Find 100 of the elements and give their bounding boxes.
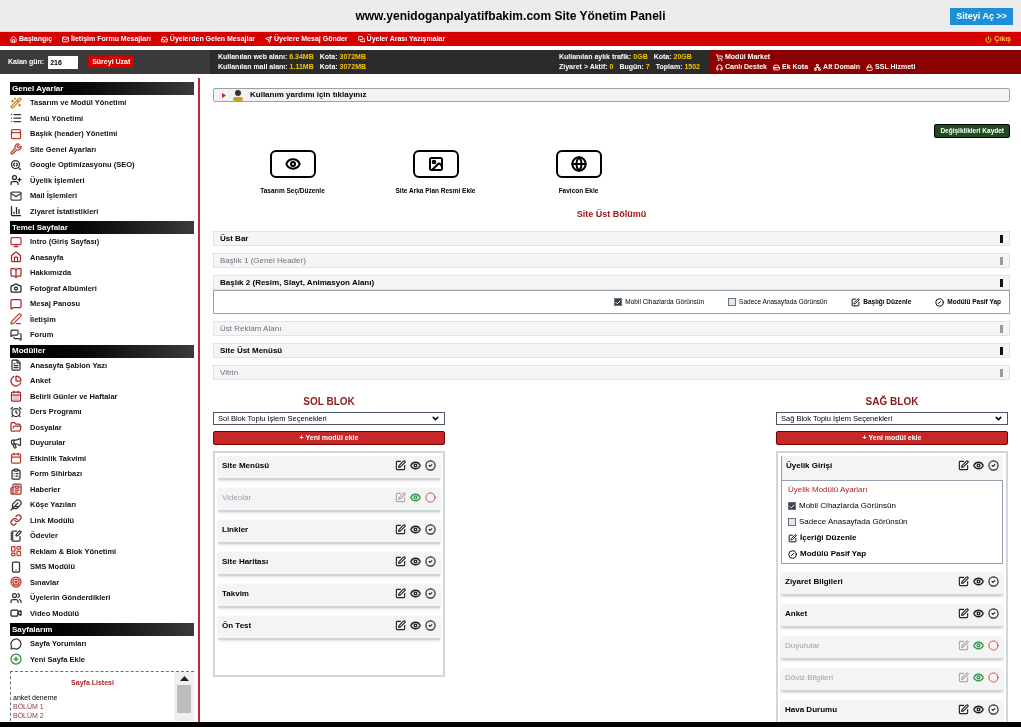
module-name: Ziyaret Bilgileri — [785, 576, 843, 589]
option-label[interactable]: İçeriği Düzenle — [800, 532, 857, 545]
newspaper-icon — [10, 483, 22, 496]
module-card[interactable]: Anket — [781, 604, 1003, 629]
pen-icon — [10, 313, 22, 326]
module-card[interactable]: Site Menüsü — [218, 456, 440, 481]
circle-slash-icon — [788, 549, 797, 559]
settings-title: Üyelik Modülü Ayarları — [788, 484, 869, 497]
edit-icon[interactable] — [395, 588, 406, 600]
help-bar[interactable]: Kullanım yardımı için tıklayınız — [213, 88, 1010, 102]
open-site-button[interactable]: Siteyi Aç >> — [950, 8, 1013, 25]
check-circle-icon[interactable] — [988, 608, 999, 620]
window-icon — [10, 127, 22, 140]
edit-icon[interactable] — [395, 460, 406, 472]
circle-icon[interactable] — [988, 672, 999, 684]
eye-icon[interactable] — [973, 608, 984, 620]
check-circle-icon[interactable] — [988, 704, 999, 716]
edit-icon[interactable] — [958, 704, 969, 716]
option-label[interactable]: Modülü Pasif Yap — [800, 548, 867, 561]
globe-icon — [570, 156, 587, 172]
calendar-icon — [10, 452, 22, 465]
scrollbar[interactable] — [174, 672, 194, 721]
drag-handle-icon[interactable] — [1000, 368, 1003, 377]
scroll-up-icon — [179, 676, 189, 681]
drag-handle-icon[interactable] — [1000, 324, 1003, 333]
module-name: Videolar — [222, 492, 252, 505]
module-card[interactable]: Ön Test — [218, 616, 440, 641]
sidebar-section-header: Modüller — [10, 344, 194, 358]
module-card[interactable]: Linkler — [218, 520, 440, 545]
circle-icon[interactable] — [425, 492, 436, 504]
module-name: Üyelik Girişi — [786, 460, 833, 473]
check-circle-icon[interactable] — [425, 620, 436, 632]
drag-handle-icon[interactable] — [1000, 346, 1003, 355]
window-title: www.yenidoganpalyatifbakim.com Site Yönetim Paneli — [355, 7, 666, 25]
row-label: Site Üst Menüsü — [220, 344, 283, 357]
option-label[interactable]: Sadece Anasayfada Görünsün — [799, 516, 908, 529]
triangle-icon — [222, 92, 226, 98]
eye-icon[interactable] — [410, 588, 421, 600]
sidebar-section-header: Temel Sayfalar — [10, 221, 194, 234]
section-row[interactable]: Üst Reklam Alanı — [213, 321, 1010, 337]
edit-icon — [851, 297, 861, 307]
module-card[interactable]: Üyelik Girişi — [781, 456, 1003, 481]
checkbox[interactable] — [728, 298, 737, 307]
bar-chart-icon — [10, 205, 22, 218]
section-row[interactable]: Üst Bar — [213, 231, 1010, 247]
eye-icon[interactable] — [973, 704, 984, 716]
edit-icon[interactable] — [395, 524, 406, 536]
user-icon — [10, 174, 22, 187]
check-circle-icon[interactable] — [988, 460, 999, 472]
edit-icon[interactable] — [958, 608, 969, 620]
wrench-icon — [10, 143, 22, 156]
module-card[interactable]: Hava Durumu — [781, 700, 1003, 722]
section-row[interactable]: Başlık 1 (Genel Header) — [213, 253, 1010, 269]
section-row[interactable]: Site Üst Menüsü — [213, 343, 1010, 359]
module-name: Döviz Bilgileri — [785, 672, 833, 685]
edit-icon[interactable] — [395, 556, 406, 568]
magnifier-icon — [10, 158, 22, 171]
edit-icon[interactable] — [958, 460, 969, 472]
book-icon — [10, 266, 22, 279]
section-row[interactable]: Vitrin — [213, 365, 1010, 381]
module-card[interactable]: Site Haritası — [218, 552, 440, 577]
video-camera-icon — [10, 607, 22, 620]
eye-icon[interactable] — [973, 576, 984, 588]
check-circle-icon[interactable] — [425, 524, 436, 536]
row-label: Üst Bar — [220, 232, 249, 245]
section-row[interactable]: Başlık 2 (Resim, Slayt, Animasyon Alanı) — [213, 275, 1010, 291]
drag-handle-icon[interactable] — [1000, 234, 1003, 243]
drag-handle-icon[interactable] — [1000, 278, 1003, 287]
eye-icon[interactable] — [410, 524, 421, 536]
check-circle-icon[interactable] — [425, 460, 436, 472]
feather-icon — [10, 498, 22, 511]
check-circle-icon[interactable] — [425, 588, 436, 600]
wand-icon — [10, 96, 22, 109]
edit-icon[interactable] — [958, 576, 969, 588]
check-circle-icon[interactable] — [988, 576, 999, 588]
message-icon — [10, 297, 22, 310]
chat-icon — [357, 35, 365, 43]
checkbox[interactable] — [614, 298, 623, 307]
eye-icon[interactable] — [410, 620, 421, 632]
module-card[interactable]: Ziyaret Bilgileri — [781, 572, 1003, 597]
drag-handle-icon[interactable] — [1000, 256, 1003, 265]
eye-icon[interactable] — [410, 460, 421, 472]
circle-icon[interactable] — [988, 640, 999, 652]
checkbox[interactable] — [788, 502, 796, 511]
module-name: Ön Test — [222, 620, 252, 633]
eye-icon[interactable] — [410, 556, 421, 568]
module-card[interactable]: Takvim — [218, 584, 440, 609]
edit-icon[interactable] — [395, 620, 406, 632]
block-title: SAĞ BLOK — [864, 394, 920, 410]
checkbox[interactable] — [788, 518, 796, 527]
check-circle-icon[interactable] — [425, 556, 436, 568]
option-label[interactable]: Mobil Cihazlarda Görünsün — [799, 500, 896, 513]
module-name: Takvim — [222, 588, 249, 601]
document-icon — [10, 359, 22, 372]
circle-slash-icon — [935, 297, 945, 307]
inbox-icon — [160, 35, 168, 43]
mail-icon — [10, 189, 22, 202]
house-icon — [10, 35, 17, 43]
network-icon — [814, 63, 822, 71]
eye-icon[interactable] — [973, 460, 984, 472]
